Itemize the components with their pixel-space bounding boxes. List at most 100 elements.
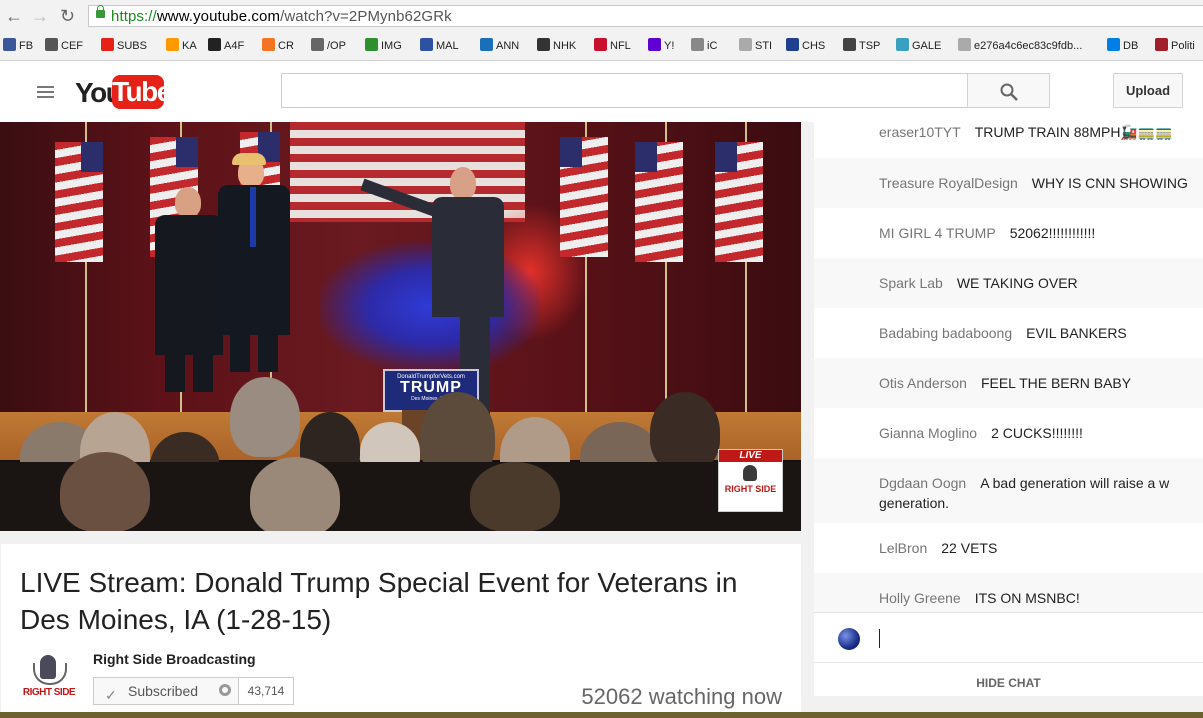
chat-author[interactable]: MI GIRL 4 TRUMP [879, 225, 996, 241]
audience-head [250, 457, 340, 531]
user-avatar [838, 628, 860, 650]
microphone-icon [743, 465, 757, 481]
chat-author[interactable]: LelBron [879, 540, 927, 556]
bookmark-item[interactable]: e276a4c6ec83c9fdb... [958, 38, 1082, 52]
chat-text: WE TAKING OVER [956, 275, 1078, 291]
chat-text: TRUMP TRAIN 88MPH🚂🚃🚃 [974, 124, 1173, 140]
bookmark-item[interactable]: NHK [537, 38, 576, 52]
channel-avatar[interactable]: RIGHT SIDE [20, 651, 78, 709]
bookmark-favicon-icon [896, 38, 909, 51]
hamburger-menu-icon[interactable] [37, 86, 54, 99]
bookmark-favicon-icon [594, 38, 607, 51]
bookmark-favicon-icon [365, 38, 378, 51]
bookmark-item[interactable]: DB [1107, 38, 1138, 52]
live-chat-panel: eraser10TYT TRUMP TRAIN 88MPH🚂🚃🚃 Treasure … [814, 122, 1203, 696]
address-bar[interactable]: https://www.youtube.com/watch?v=2PMynb62… [88, 5, 1203, 27]
chat-message: LelBron 22 VETS [814, 523, 1203, 573]
youtube-header: You Tube Upload [0, 61, 1203, 122]
chat-author[interactable]: Gianna Moglino [879, 425, 977, 441]
search-input[interactable] [281, 73, 968, 108]
chat-text: 2 CUCKS!!!!!!!! [991, 425, 1083, 441]
bookmark-item[interactable]: Politi [1155, 38, 1195, 52]
browser-chrome: ← → ↻ https://www.youtube.com/watch?v=2P… [0, 0, 1203, 61]
chat-author[interactable]: Dgdaan Oogn [879, 475, 966, 491]
live-watermark: LIVE RIGHT SIDE [718, 449, 783, 512]
bookmark-favicon-icon [45, 38, 58, 51]
chat-author[interactable]: Spark Lab [879, 275, 943, 291]
flag-left-1 [55, 142, 103, 262]
subscription-settings-button[interactable] [212, 677, 239, 705]
chat-text: ITS ON MSNBC! [974, 590, 1080, 606]
bookmark-favicon-icon [843, 38, 856, 51]
bookmark-item[interactable]: ANN [480, 38, 519, 52]
chat-author[interactable]: Badabing badaboong [879, 325, 1012, 341]
bookmark-item[interactable]: NFL [594, 38, 631, 52]
bookmark-item[interactable]: /OP [311, 38, 346, 52]
chat-text: FEEL THE BERN BABY [980, 375, 1132, 391]
chat-author[interactable]: Treasure RoyalDesign [879, 175, 1018, 191]
upload-button[interactable]: Upload [1113, 73, 1183, 108]
audience-head [60, 452, 150, 531]
blue-stage-light [320, 242, 540, 372]
bookmark-item[interactable]: iC [691, 38, 717, 52]
bookmark-item[interactable]: GALE [896, 38, 941, 52]
bookmark-favicon-icon [958, 38, 971, 51]
flag-right-3 [715, 142, 763, 262]
video-player[interactable]: DonaldTrumpforVets.com TRUMP Des Moines,… [0, 122, 801, 531]
chat-author[interactable]: Holly Greene [879, 590, 961, 606]
bookmark-favicon-icon [311, 38, 324, 51]
chat-message: MI GIRL 4 TRUMP 52062!!!!!!!!!!!! [814, 208, 1203, 258]
audience-head [650, 392, 720, 472]
bookmark-favicon-icon [480, 38, 493, 51]
bookmark-favicon-icon [537, 38, 550, 51]
bookmark-item[interactable]: CEF [45, 38, 83, 52]
bookmark-item[interactable]: TSP [843, 38, 880, 52]
chat-text: EVIL BANKERS [1026, 325, 1127, 341]
bookmark-item[interactable]: IMG [365, 38, 402, 52]
taskbar-strip [0, 712, 1203, 718]
bookmark-favicon-icon [1107, 38, 1120, 51]
checkmark-icon: ✓ [105, 687, 117, 703]
bookmark-item[interactable]: Y! [648, 38, 674, 52]
chat-message: Gianna Moglino 2 CUCKS!!!!!!!! [814, 408, 1203, 458]
bookmark-favicon-icon [691, 38, 704, 51]
bookmark-favicon-icon [101, 38, 114, 51]
chat-message: Holly Greene ITS ON MSNBC! [814, 573, 1203, 613]
bookmark-item[interactable]: CHS [786, 38, 825, 52]
chat-text: 22 VETS [941, 540, 998, 556]
search-button[interactable] [967, 73, 1050, 108]
bookmark-item[interactable]: STI [739, 38, 772, 52]
chat-message: Treasure RoyalDesign WHY IS CNN SHOWING [814, 158, 1203, 208]
flag-right-2 [635, 142, 683, 262]
chat-author[interactable]: eraser10TYT [879, 124, 961, 140]
flag-right-1 [560, 137, 608, 257]
channel-name-link[interactable]: Right Side Broadcasting [93, 651, 256, 667]
logo-tube-text: Tube [112, 75, 172, 109]
forward-arrow-icon[interactable]: → [31, 6, 49, 26]
subscribed-button[interactable]: ✓ Subscribed [93, 677, 213, 705]
bookmark-item[interactable]: KA [166, 38, 197, 52]
bookmark-favicon-icon [739, 38, 752, 51]
reload-icon[interactable]: ↻ [60, 6, 75, 26]
search-icon [1000, 83, 1018, 101]
chat-text: 52062!!!!!!!!!!!! [1009, 225, 1096, 241]
video-info-panel: LIVE Stream: Donald Trump Special Event … [1, 544, 801, 718]
chat-input-area [814, 612, 1203, 663]
chat-message: Spark Lab WE TAKING OVER [814, 258, 1203, 308]
bookmark-favicon-icon [3, 38, 16, 51]
bookmark-item[interactable]: CR [262, 38, 294, 52]
bookmark-favicon-icon [166, 38, 179, 51]
bookmark-item[interactable]: A4F [208, 38, 244, 52]
bookmark-item[interactable]: MAL [420, 38, 459, 52]
video-title: LIVE Stream: Donald Trump Special Event … [20, 567, 738, 635]
bookmark-item[interactable]: FB [3, 38, 33, 52]
chat-text: WHY IS CNN SHOWING [1031, 175, 1188, 191]
chat-input[interactable] [879, 629, 880, 648]
hide-chat-button[interactable]: HIDE CHAT [814, 662, 1203, 697]
chat-author[interactable]: Otis Anderson [879, 375, 967, 391]
bookmark-item[interactable]: SUBS [101, 38, 147, 52]
bookmark-favicon-icon [262, 38, 275, 51]
lock-icon [96, 5, 105, 18]
back-arrow-icon[interactable]: ← [5, 6, 23, 26]
bookmark-favicon-icon [786, 38, 799, 51]
